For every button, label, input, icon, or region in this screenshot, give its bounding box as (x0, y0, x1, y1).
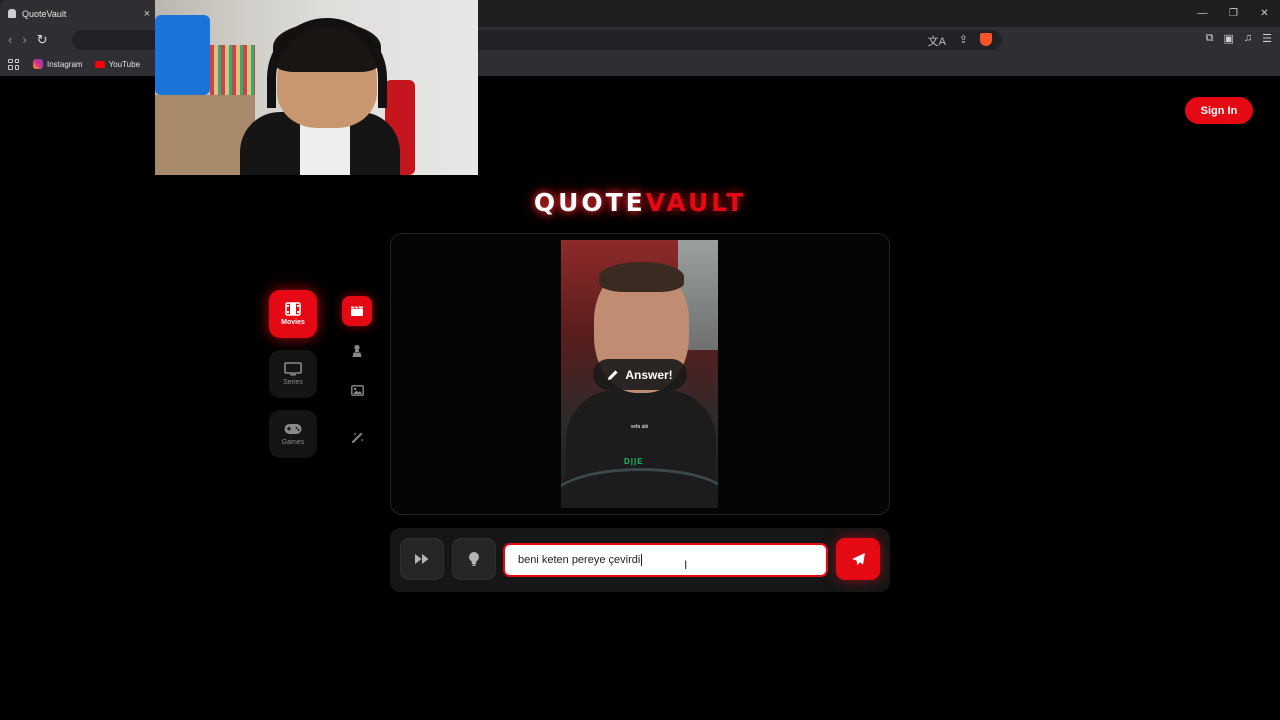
text-caret (641, 554, 643, 566)
bookmark-youtube[interactable]: YouTube (94, 59, 141, 69)
back-icon[interactable]: ‹ (8, 32, 12, 48)
monitor-icon (284, 362, 302, 376)
video-caption: vefa abi (630, 424, 649, 430)
sign-in-button[interactable]: Sign In (1185, 97, 1253, 124)
window-controls: — ❐ ✕ (1187, 0, 1280, 27)
mode-character-button[interactable] (342, 336, 372, 366)
menu-icon[interactable]: ☰ (1262, 32, 1272, 45)
hint-button[interactable] (452, 538, 496, 580)
nav-buttons: ‹ › ↻ (8, 32, 48, 48)
bookmark-label: Instagram (47, 59, 83, 69)
minimize-icon[interactable]: — (1187, 0, 1218, 27)
youtube-icon (94, 60, 105, 68)
answer-button[interactable]: Answer! (593, 359, 687, 390)
bookmark-label: YouTube (108, 59, 141, 69)
tab-title: QuoteVault (22, 8, 67, 19)
text-cursor-icon: I (684, 558, 688, 572)
category-label: Series (283, 379, 303, 386)
mode-quote-button[interactable] (342, 296, 372, 326)
tab-favicon-icon (8, 9, 16, 18)
category-series-button[interactable]: Series (269, 350, 317, 398)
send-icon (851, 552, 865, 565)
category-label: Movies (281, 319, 305, 326)
film-icon (284, 302, 302, 316)
media-icon[interactable]: ♫ (1244, 32, 1252, 45)
clapperboard-icon (351, 306, 363, 316)
category-movies-button[interactable]: Movies (269, 290, 317, 338)
answer-input[interactable]: beni keten pereye çevirdi (503, 543, 828, 577)
close-window-icon[interactable]: ✕ (1249, 0, 1280, 27)
pencil-icon (608, 369, 618, 380)
fast-forward-icon (415, 554, 429, 564)
extensions-icon[interactable]: ⧉ (1206, 32, 1214, 45)
bookmark-instagram[interactable]: Instagram (33, 59, 83, 69)
watermark-logo: D||E (624, 457, 644, 466)
forward-icon[interactable]: › (22, 32, 26, 48)
restore-icon[interactable]: ❐ (1218, 0, 1249, 27)
character-icon (352, 344, 362, 357)
webcam-overlay (155, 0, 478, 175)
toolbar-actions: ⧉ ▣ ♫ ☰ (1206, 32, 1272, 45)
brave-shields-icon[interactable] (980, 33, 992, 46)
wallet-icon[interactable]: ▣ (1223, 32, 1233, 45)
image-icon (350, 384, 364, 396)
category-games-button[interactable]: Games (269, 410, 317, 458)
mode-random-button[interactable] (342, 422, 372, 452)
share-icon[interactable]: ⇪ (959, 33, 968, 46)
gamepad-icon (284, 422, 302, 436)
reload-icon[interactable]: ↻ (37, 32, 48, 48)
skip-button[interactable] (400, 538, 444, 580)
magic-wand-icon (351, 431, 363, 443)
translate-icon[interactable]: 文A (928, 33, 946, 49)
lightbulb-icon (469, 552, 479, 566)
apps-grid-icon[interactable] (8, 58, 19, 70)
category-label: Games (281, 439, 305, 446)
answer-input-text: beni keten pereye çevirdi (518, 554, 641, 566)
browser-tab[interactable]: QuoteVault × (0, 0, 158, 27)
answer-label: Answer! (625, 367, 673, 382)
site-logo: QUOTEVAULT (533, 188, 747, 217)
tab-close-icon[interactable]: × (144, 8, 150, 20)
mode-image-button[interactable] (342, 375, 372, 405)
send-button[interactable] (836, 538, 880, 580)
instagram-icon (33, 59, 43, 69)
